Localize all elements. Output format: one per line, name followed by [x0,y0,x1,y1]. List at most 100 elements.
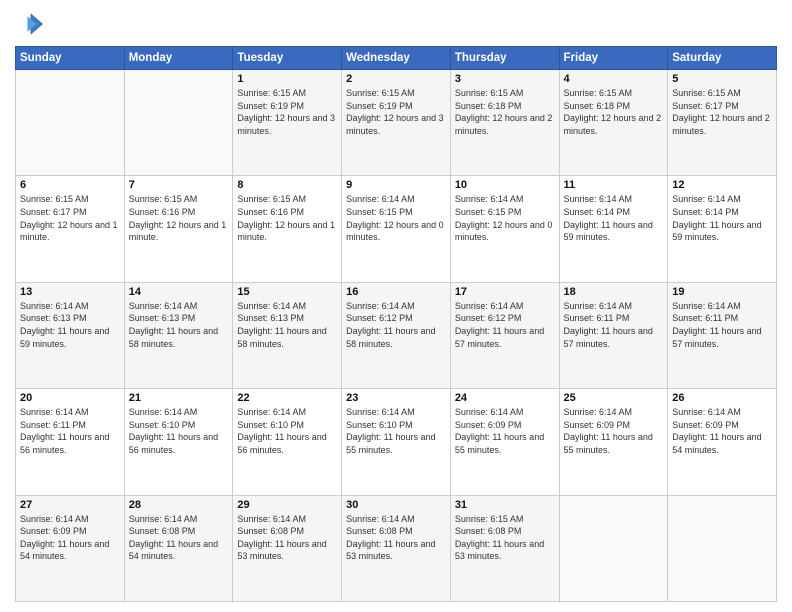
day-info: Sunrise: 6:15 AM Sunset: 6:19 PM Dayligh… [346,87,446,137]
day-info: Sunrise: 6:14 AM Sunset: 6:09 PM Dayligh… [564,406,664,456]
day-info: Sunrise: 6:14 AM Sunset: 6:14 PM Dayligh… [672,193,772,243]
calendar-cell: 12 Sunrise: 6:14 AM Sunset: 6:14 PM Dayli… [668,176,777,282]
calendar-cell: 23 Sunrise: 6:14 AM Sunset: 6:10 PM Dayli… [342,389,451,495]
day-info: Sunrise: 6:14 AM Sunset: 6:10 PM Dayligh… [346,406,446,456]
logo [15,10,47,38]
header [15,10,777,38]
week-row-2: 6 Sunrise: 6:15 AM Sunset: 6:17 PM Daylig… [16,176,777,282]
calendar-cell: 24 Sunrise: 6:14 AM Sunset: 6:09 PM Dayli… [450,389,559,495]
calendar-cell: 3 Sunrise: 6:15 AM Sunset: 6:18 PM Daylig… [450,70,559,176]
day-number: 12 [672,179,772,191]
day-info: Sunrise: 6:14 AM Sunset: 6:11 PM Dayligh… [672,300,772,350]
day-info: Sunrise: 6:14 AM Sunset: 6:15 PM Dayligh… [346,193,446,243]
day-info: Sunrise: 6:15 AM Sunset: 6:18 PM Dayligh… [455,87,555,137]
calendar-cell: 4Sunrise: 6:15 AM Sunset: 6:18 PM Daylig… [559,70,668,176]
day-info: Sunrise: 6:14 AM Sunset: 6:09 PM Dayligh… [672,406,772,456]
day-number: 11 [564,179,664,191]
day-info: Sunrise: 6:14 AM Sunset: 6:11 PM Dayligh… [20,406,120,456]
day-number: 1 [237,73,337,85]
day-info: Sunrise: 6:14 AM Sunset: 6:09 PM Dayligh… [455,406,555,456]
week-row-1: 1 Sunrise: 6:15 AM Sunset: 6:19 PM Daylig… [16,70,777,176]
day-number: 3 [455,73,555,85]
day-number: 17 [455,286,555,298]
day-info: Sunrise: 6:15 AM Sunset: 6:16 PM Dayligh… [237,193,337,243]
day-info: Sunrise: 6:14 AM Sunset: 6:12 PM Dayligh… [346,300,446,350]
day-info: Sunrise: 6:14 AM Sunset: 6:13 PM Dayligh… [237,300,337,350]
page: SundayMondayTuesdayWednesdayThursdayFrid… [0,0,792,612]
day-number: 23 [346,392,446,404]
calendar-cell: 16 Sunrise: 6:14 AM Sunset: 6:12 PM Dayli… [342,282,451,388]
calendar-cell: 31Sunrise: 6:15 AM Sunset: 6:08 PM Dayli… [450,495,559,601]
calendar-cell: 21Sunrise: 6:14 AM Sunset: 6:10 PM Dayli… [124,389,233,495]
calendar-cell: 13 Sunrise: 6:14 AM Sunset: 6:13 PM Dayli… [16,282,125,388]
day-number: 4 [564,73,664,85]
day-number: 21 [129,392,229,404]
header-row: SundayMondayTuesdayWednesdayThursdayFrid… [16,47,777,70]
week-row-5: 27Sunrise: 6:14 AM Sunset: 6:09 PM Dayli… [16,495,777,601]
calendar-cell: 22Sunrise: 6:14 AM Sunset: 6:10 PM Dayli… [233,389,342,495]
calendar-cell: 29 Sunrise: 6:14 AM Sunset: 6:08 PM Dayli… [233,495,342,601]
header-cell-friday: Friday [559,47,668,70]
calendar-cell: 28 Sunrise: 6:14 AM Sunset: 6:08 PM Dayli… [124,495,233,601]
day-info: Sunrise: 6:14 AM Sunset: 6:12 PM Dayligh… [455,300,555,350]
calendar-table: SundayMondayTuesdayWednesdayThursdayFrid… [15,46,777,602]
day-number: 19 [672,286,772,298]
header-cell-sunday: Sunday [16,47,125,70]
day-info: Sunrise: 6:14 AM Sunset: 6:08 PM Dayligh… [237,513,337,563]
calendar-cell: 9 Sunrise: 6:14 AM Sunset: 6:15 PM Daylig… [342,176,451,282]
day-info: Sunrise: 6:14 AM Sunset: 6:11 PM Dayligh… [564,300,664,350]
header-cell-monday: Monday [124,47,233,70]
day-info: Sunrise: 6:15 AM Sunset: 6:16 PM Dayligh… [129,193,229,243]
day-number: 16 [346,286,446,298]
calendar-cell: 15 Sunrise: 6:14 AM Sunset: 6:13 PM Dayli… [233,282,342,388]
day-info: Sunrise: 6:14 AM Sunset: 6:13 PM Dayligh… [20,300,120,350]
day-number: 8 [237,179,337,191]
day-info: Sunrise: 6:14 AM Sunset: 6:15 PM Dayligh… [455,193,555,243]
day-number: 26 [672,392,772,404]
day-info: Sunrise: 6:14 AM Sunset: 6:10 PM Dayligh… [237,406,337,456]
day-number: 28 [129,499,229,511]
calendar-cell: 2 Sunrise: 6:15 AM Sunset: 6:19 PM Daylig… [342,70,451,176]
day-number: 13 [20,286,120,298]
day-number: 7 [129,179,229,191]
calendar-cell: 18Sunrise: 6:14 AM Sunset: 6:11 PM Dayli… [559,282,668,388]
day-info: Sunrise: 6:15 AM Sunset: 6:17 PM Dayligh… [20,193,120,243]
day-info: Sunrise: 6:15 AM Sunset: 6:17 PM Dayligh… [672,87,772,137]
calendar-cell: 11 Sunrise: 6:14 AM Sunset: 6:14 PM Dayli… [559,176,668,282]
day-number: 15 [237,286,337,298]
day-info: Sunrise: 6:14 AM Sunset: 6:08 PM Dayligh… [346,513,446,563]
calendar-cell [124,70,233,176]
day-number: 14 [129,286,229,298]
calendar-cell: 19 Sunrise: 6:14 AM Sunset: 6:11 PM Dayli… [668,282,777,388]
calendar-cell: 25Sunrise: 6:14 AM Sunset: 6:09 PM Dayli… [559,389,668,495]
day-info: Sunrise: 6:15 AM Sunset: 6:08 PM Dayligh… [455,513,555,563]
calendar-cell: 7 Sunrise: 6:15 AM Sunset: 6:16 PM Daylig… [124,176,233,282]
calendar-cell: 5Sunrise: 6:15 AM Sunset: 6:17 PM Daylig… [668,70,777,176]
calendar-cell: 1 Sunrise: 6:15 AM Sunset: 6:19 PM Daylig… [233,70,342,176]
day-info: Sunrise: 6:14 AM Sunset: 6:13 PM Dayligh… [129,300,229,350]
day-number: 27 [20,499,120,511]
calendar-cell: 27Sunrise: 6:14 AM Sunset: 6:09 PM Dayli… [16,495,125,601]
calendar-cell: 26 Sunrise: 6:14 AM Sunset: 6:09 PM Dayli… [668,389,777,495]
calendar-cell: 17 Sunrise: 6:14 AM Sunset: 6:12 PM Dayli… [450,282,559,388]
calendar-cell [668,495,777,601]
day-info: Sunrise: 6:15 AM Sunset: 6:19 PM Dayligh… [237,87,337,137]
logo-icon [15,10,43,38]
day-number: 30 [346,499,446,511]
day-number: 9 [346,179,446,191]
week-row-4: 20 Sunrise: 6:14 AM Sunset: 6:11 PM Dayli… [16,389,777,495]
day-number: 10 [455,179,555,191]
week-row-3: 13 Sunrise: 6:14 AM Sunset: 6:13 PM Dayli… [16,282,777,388]
calendar-cell: 10 Sunrise: 6:14 AM Sunset: 6:15 PM Dayli… [450,176,559,282]
day-number: 29 [237,499,337,511]
calendar-body: 1 Sunrise: 6:15 AM Sunset: 6:19 PM Daylig… [16,70,777,602]
day-number: 2 [346,73,446,85]
day-number: 24 [455,392,555,404]
day-info: Sunrise: 6:14 AM Sunset: 6:14 PM Dayligh… [564,193,664,243]
calendar-header: SundayMondayTuesdayWednesdayThursdayFrid… [16,47,777,70]
day-number: 6 [20,179,120,191]
calendar-cell: 14 Sunrise: 6:14 AM Sunset: 6:13 PM Dayli… [124,282,233,388]
day-info: Sunrise: 6:14 AM Sunset: 6:08 PM Dayligh… [129,513,229,563]
calendar-cell: 6 Sunrise: 6:15 AM Sunset: 6:17 PM Daylig… [16,176,125,282]
day-number: 20 [20,392,120,404]
